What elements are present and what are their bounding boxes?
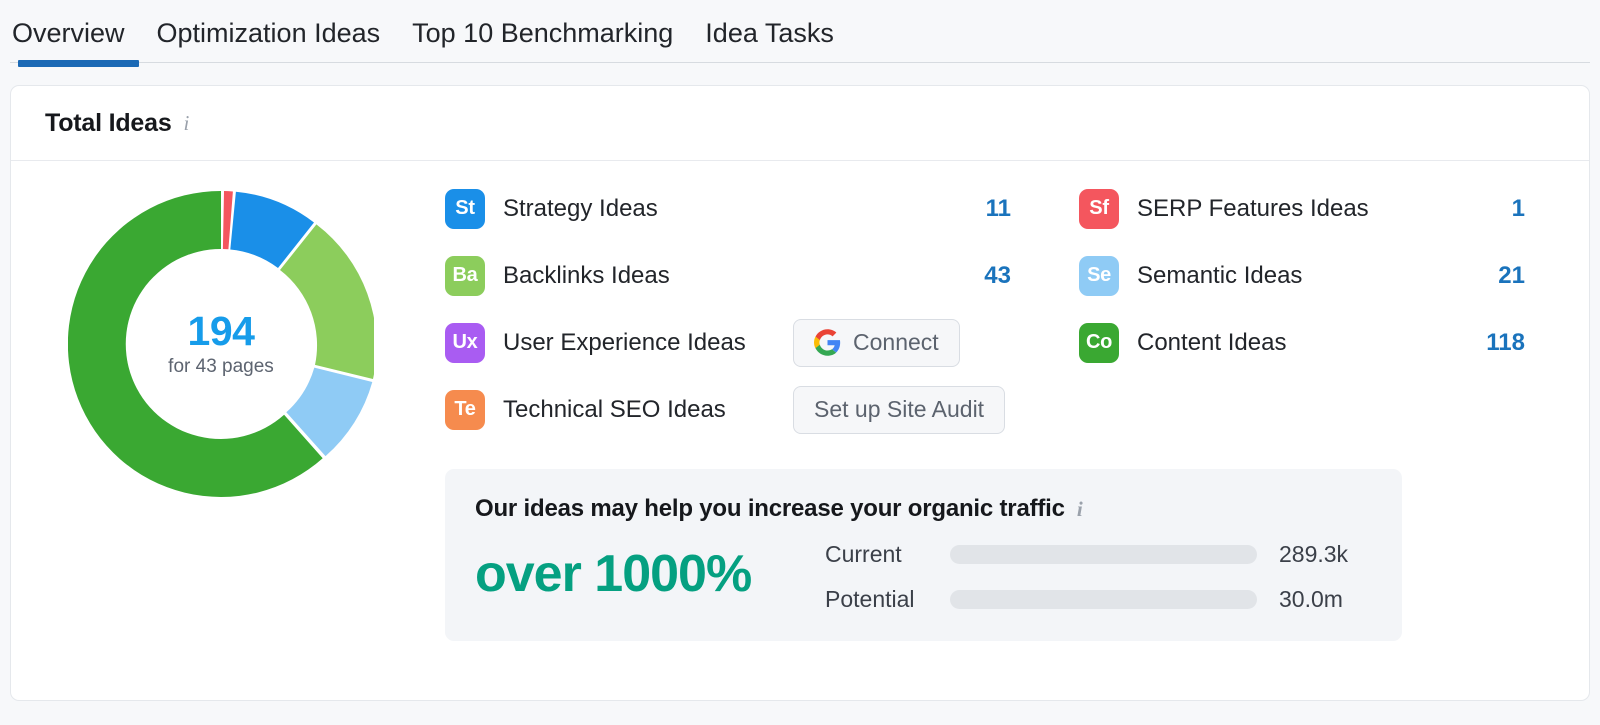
ideas-legend-right-column: Sf SERP Features Ideas 1 Se Semantic Ide…	[1065, 175, 1561, 443]
content-ideas-value: 118	[1413, 329, 1533, 357]
donut-svg	[68, 191, 374, 497]
potential-traffic-label: Potential	[825, 586, 950, 613]
strategy-ideas-value: 11	[945, 195, 1065, 223]
legend-row-backlinks-ideas[interactable]: Ba Backlinks Ideas 43	[445, 242, 1065, 309]
set-up-site-audit-button-label: Set up Site Audit	[814, 396, 984, 423]
ideas-legend: St Strategy Ideas 11 Ba Backlinks Ideas …	[445, 175, 1561, 443]
backlinks-ideas-value: 43	[945, 262, 1065, 290]
google-connect-button-label: Connect	[853, 329, 939, 356]
legend-row-strategy-ideas[interactable]: St Strategy Ideas 11	[445, 175, 1065, 242]
backlinks-ideas-badge-icon: Ba	[445, 256, 485, 296]
organic-traffic-title: Our ideas may help you increase your org…	[475, 495, 1065, 523]
google-connect-button[interactable]: Connect	[793, 319, 960, 367]
ideas-legend-left-column: St Strategy Ideas 11 Ba Backlinks Ideas …	[445, 175, 1065, 443]
technical-seo-ideas-label: Technical SEO Ideas	[503, 396, 726, 424]
current-traffic-label: Current	[825, 541, 950, 568]
legend-row-technical-seo-ideas[interactable]: Te Technical SEO Ideas Set up Site Audit	[445, 376, 1065, 443]
legend-row-user-experience-ideas[interactable]: Ux User Experience Ideas Connect	[445, 309, 1065, 376]
semantic-ideas-badge-icon: Se	[1079, 256, 1119, 296]
organic-traffic-body: over 1000% Current 289.3k Potential	[475, 535, 1372, 613]
tab-overview-label: Overview	[12, 18, 125, 48]
organic-traffic-bars: Current 289.3k Potential 30.0m	[825, 535, 1372, 613]
content-ideas-badge-icon: Co	[1079, 323, 1119, 363]
page-title: Total Ideas	[45, 109, 172, 138]
technical-seo-cta-slot: Set up Site Audit	[793, 386, 1065, 434]
backlinks-ideas-label: Backlinks Ideas	[503, 262, 670, 290]
traffic-row-potential: Potential 30.0m	[825, 586, 1372, 613]
set-up-site-audit-button[interactable]: Set up Site Audit	[793, 386, 1005, 434]
tab-bar: Overview Optimization Ideas Top 10 Bench…	[0, 0, 1600, 68]
organic-traffic-info-icon[interactable]: i	[1077, 497, 1083, 522]
legend-row-serp-features-ideas[interactable]: Sf SERP Features Ideas 1	[1079, 175, 1533, 242]
strategy-ideas-badge-icon: St	[445, 189, 485, 229]
serp-features-ideas-badge-icon: Sf	[1079, 189, 1119, 229]
tab-optimization-ideas-label: Optimization Ideas	[157, 18, 381, 48]
total-ideas-donut-chart: 194 for 43 pages	[68, 191, 374, 497]
current-traffic-value: 289.3k	[1279, 541, 1348, 568]
legend-row-semantic-ideas[interactable]: Se Semantic Ideas 21	[1079, 242, 1533, 309]
technical-seo-ideas-badge-icon: Te	[445, 390, 485, 430]
tab-top-10-benchmarking-label: Top 10 Benchmarking	[412, 18, 673, 48]
content-ideas-label: Content Ideas	[1137, 329, 1286, 357]
serp-features-ideas-value: 1	[1413, 195, 1533, 223]
traffic-row-current: Current 289.3k	[825, 541, 1372, 568]
total-ideas-card: Total Ideas i	[10, 85, 1590, 701]
semantic-ideas-label: Semantic Ideas	[1137, 262, 1302, 290]
semantic-ideas-value: 21	[1413, 262, 1533, 290]
user-experience-ideas-label: User Experience Ideas	[503, 329, 746, 357]
serp-features-ideas-label: SERP Features Ideas	[1137, 195, 1369, 223]
card-body: 194 for 43 pages St Strategy Ideas 11 Ba	[11, 161, 1589, 700]
tab-overview[interactable]: Overview	[10, 0, 141, 69]
potential-traffic-bar-track	[950, 590, 1257, 609]
tab-optimization-ideas[interactable]: Optimization Ideas	[141, 0, 397, 69]
google-g-icon	[814, 329, 841, 356]
info-icon[interactable]: i	[184, 111, 190, 136]
card-right-section: St Strategy Ideas 11 Ba Backlinks Ideas …	[431, 175, 1589, 700]
strategy-ideas-label: Strategy Ideas	[503, 195, 658, 223]
donut-chart-wrap: 194 for 43 pages	[11, 175, 431, 700]
user-experience-ideas-badge-icon: Ux	[445, 323, 485, 363]
tab-idea-tasks[interactable]: Idea Tasks	[689, 0, 850, 69]
card-header: Total Ideas i	[11, 86, 1589, 161]
user-experience-cta-slot: Connect	[793, 319, 1065, 367]
current-traffic-bar-track	[950, 545, 1257, 564]
organic-traffic-panel: Our ideas may help you increase your org…	[445, 469, 1402, 641]
tab-idea-tasks-label: Idea Tasks	[705, 18, 834, 48]
potential-traffic-value: 30.0m	[1279, 586, 1343, 613]
organic-traffic-headline: over 1000%	[475, 544, 825, 604]
tab-top-10-benchmarking[interactable]: Top 10 Benchmarking	[396, 0, 689, 69]
organic-traffic-title-row: Our ideas may help you increase your org…	[475, 495, 1372, 523]
legend-row-content-ideas[interactable]: Co Content Ideas 118	[1079, 309, 1533, 376]
